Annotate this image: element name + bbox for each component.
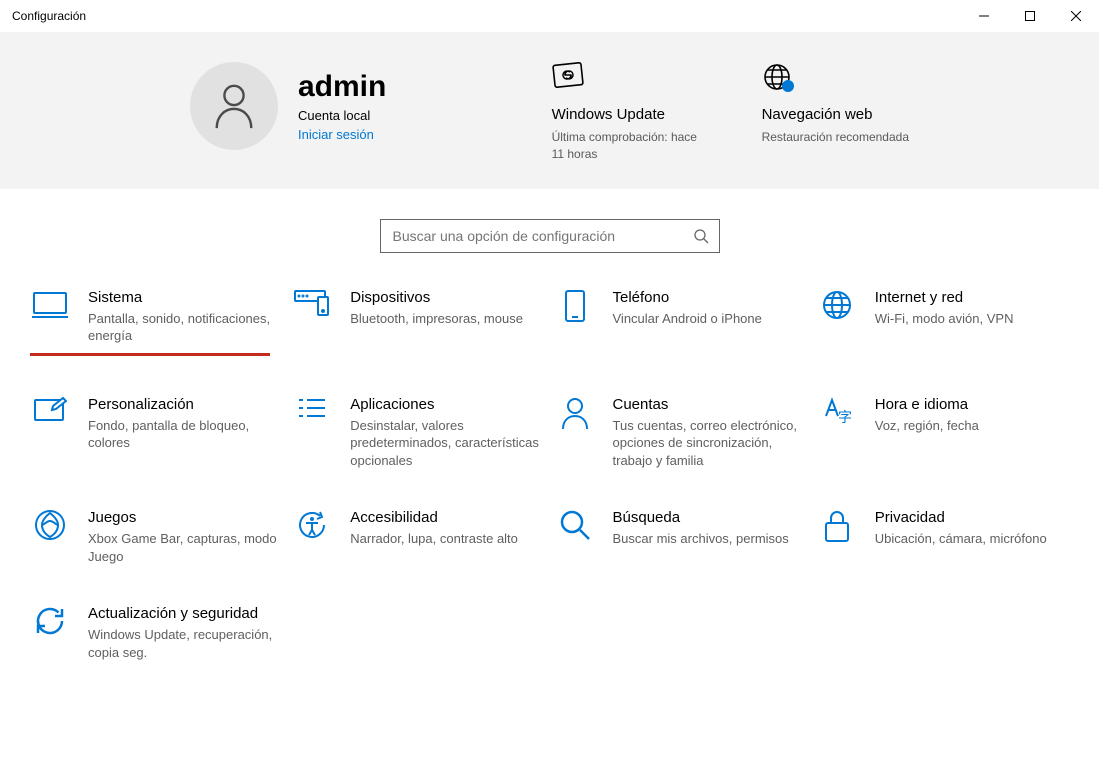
categories-grid: Sistema Pantalla, sonido, notificaciones,… <box>0 279 1099 692</box>
minimize-button[interactable] <box>961 0 1007 32</box>
tile-title: Juegos <box>88 509 282 526</box>
search-input[interactable] <box>391 227 693 245</box>
maximize-button[interactable] <box>1007 0 1053 32</box>
tile-busqueda[interactable]: Búsqueda Buscar mis archivos, permisos <box>555 509 807 565</box>
tile-title: Sistema <box>88 289 282 306</box>
tile-accesibilidad[interactable]: Accesibilidad Narrador, lupa, contraste a… <box>292 509 544 565</box>
tile-desc: Pantalla, sonido, notificaciones, energí… <box>88 310 282 345</box>
hero-card-title: Windows Update <box>552 106 665 123</box>
tile-hora[interactable]: 字 Hora e idioma Voz, región, fecha <box>817 396 1069 470</box>
tile-telefono[interactable]: Teléfono Vincular Android o iPhone <box>555 289 807 356</box>
search-icon <box>559 509 591 541</box>
status-dot-icon <box>782 80 794 92</box>
tile-desc: Ubicación, cámara, micrófono <box>875 530 1069 548</box>
apps-icon <box>297 396 327 424</box>
tile-aplicaciones[interactable]: Aplicaciones Desinstalar, valores predete… <box>292 396 544 470</box>
hero-banner: admin Cuenta local Iniciar sesión Window… <box>0 32 1099 189</box>
phone-icon <box>564 289 586 323</box>
tile-desc: Fondo, pantalla de bloqueo, colores <box>88 417 282 452</box>
tile-desc: Windows Update, recuperación, copia seg. <box>88 626 282 661</box>
tile-actualizacion[interactable]: Actualización y seguridad Windows Update,… <box>30 605 282 661</box>
tile-sistema[interactable]: Sistema Pantalla, sonido, notificaciones,… <box>30 289 282 345</box>
update-security-icon <box>34 605 66 637</box>
tile-title: Aplicaciones <box>350 396 544 413</box>
highlight-underline <box>30 353 270 356</box>
devices-icon <box>294 289 330 317</box>
tile-title: Búsqueda <box>613 509 807 526</box>
lock-icon <box>823 509 851 543</box>
tile-desc: Xbox Game Bar, capturas, modo Juego <box>88 530 282 565</box>
tile-title: Actualización y seguridad <box>88 605 282 622</box>
accounts-icon <box>560 396 590 430</box>
tile-title: Hora e idioma <box>875 396 1069 413</box>
globe-icon <box>821 289 853 321</box>
user-icon <box>212 82 256 130</box>
hero-card-title: Navegación web <box>762 106 873 123</box>
hero-card-desc: Restauración recomendada <box>762 129 909 146</box>
tile-title: Internet y red <box>875 289 1069 306</box>
tile-dispositivos[interactable]: Dispositivos Bluetooth, impresoras, mouse <box>292 289 544 356</box>
tile-title: Accesibilidad <box>350 509 544 526</box>
tile-desc: Desinstalar, valores predeterminados, ca… <box>350 417 544 470</box>
tile-juegos[interactable]: Juegos Xbox Game Bar, capturas, modo Jueg… <box>30 509 282 565</box>
personalization-icon <box>33 396 67 426</box>
accessibility-icon <box>296 509 328 541</box>
tile-desc: Tus cuentas, correo electrónico, opcione… <box>613 417 807 470</box>
time-language-icon: 字 <box>820 396 854 426</box>
tile-desc: Wi-Fi, modo avión, VPN <box>875 310 1069 328</box>
tile-desc: Narrador, lupa, contraste alto <box>350 530 544 548</box>
tile-cuentas[interactable]: Cuentas Tus cuentas, correo electrónico, … <box>555 396 807 470</box>
tile-title: Privacidad <box>875 509 1069 526</box>
close-button[interactable] <box>1053 0 1099 32</box>
tile-personalizacion[interactable]: Personalización Fondo, pantalla de bloque… <box>30 396 282 470</box>
tile-desc: Vincular Android o iPhone <box>613 310 807 328</box>
hero-card-desc: Última comprobación: hace 11 horas <box>552 129 712 163</box>
hero-card-web[interactable]: Navegación web Restauración recomendada <box>762 62 909 163</box>
tile-desc: Buscar mis archivos, permisos <box>613 530 807 548</box>
tile-title: Personalización <box>88 396 282 413</box>
tile-desc: Bluetooth, impresoras, mouse <box>350 310 544 328</box>
window-title: Configuración <box>12 9 86 23</box>
account-type: Cuenta local <box>298 108 386 123</box>
system-icon <box>32 289 68 319</box>
avatar <box>190 62 278 150</box>
update-icon <box>552 62 586 92</box>
tile-privacidad[interactable]: Privacidad Ubicación, cámara, micrófono <box>817 509 1069 565</box>
search-box[interactable] <box>380 219 720 253</box>
signin-link[interactable]: Iniciar sesión <box>298 127 386 142</box>
title-bar: Configuración <box>0 0 1099 32</box>
tile-desc: Voz, región, fecha <box>875 417 1069 435</box>
tile-title: Dispositivos <box>350 289 544 306</box>
account-name: admin <box>298 70 386 104</box>
tile-internet[interactable]: Internet y red Wi-Fi, modo avión, VPN <box>817 289 1069 356</box>
gaming-icon <box>34 509 66 541</box>
account-block[interactable]: admin Cuenta local Iniciar sesión <box>190 62 386 150</box>
hero-card-update[interactable]: Windows Update Última comprobación: hace… <box>552 62 712 163</box>
search-icon <box>693 228 709 244</box>
tile-title: Teléfono <box>613 289 807 306</box>
svg-text:字: 字 <box>838 409 852 425</box>
tile-title: Cuentas <box>613 396 807 413</box>
